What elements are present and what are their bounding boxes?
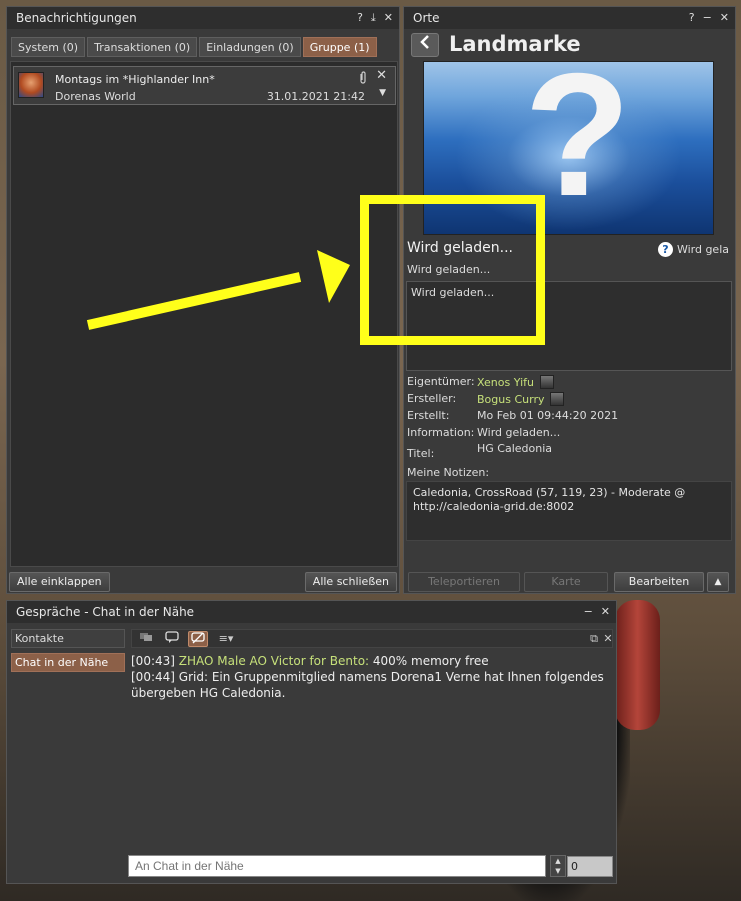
edit-button[interactable]: Bearbeiten bbox=[614, 572, 704, 592]
tab-invitations[interactable]: Einladungen (0) bbox=[199, 37, 301, 57]
title-label: Titel: bbox=[407, 447, 435, 460]
chevron-left-icon bbox=[420, 35, 429, 49]
tear-off-icon[interactable]: ⧉ bbox=[587, 631, 601, 647]
places-title: Orte bbox=[413, 11, 440, 25]
options-menu-icon[interactable]: ≡▾ bbox=[214, 631, 238, 647]
tab-system[interactable]: System (0) bbox=[11, 37, 86, 57]
maturity-label: Wird gela bbox=[676, 243, 729, 256]
places-title-bar[interactable]: Orte ? − ✕ bbox=[404, 7, 735, 29]
landmark-heading: Landmarke bbox=[449, 32, 581, 56]
notification-subject: Montags im *Highlander Inn* bbox=[55, 73, 215, 86]
chat-history: [00:43] ZHAO Male AO Victor for Bento: 4… bbox=[131, 653, 613, 853]
close-icon[interactable]: ✕ bbox=[720, 7, 729, 29]
notification-item[interactable]: Montags im *Highlander Inn* Dorenas Worl… bbox=[13, 66, 396, 105]
highlight-box bbox=[360, 195, 545, 345]
arrow-annotation bbox=[86, 250, 350, 330]
creator-label: Ersteller: bbox=[407, 392, 457, 405]
information-value: Wird geladen... bbox=[477, 426, 561, 439]
notes-textbox[interactable]: Caledonia, CrossRoad (57, 119, 23) - Mod… bbox=[406, 481, 732, 541]
close-icon[interactable]: ✕ bbox=[602, 631, 614, 647]
conversations-panel: Gespräche - Chat in der Nähe − ✕ Kontakt… bbox=[6, 600, 617, 884]
message-sender[interactable]: ZHAO Male AO Victor for Bento: bbox=[179, 654, 369, 668]
message-time: [00:44] bbox=[131, 670, 175, 684]
notes-label: Meine Notizen: bbox=[407, 466, 490, 479]
close-all-button[interactable]: Alle schließen bbox=[304, 572, 397, 592]
owner-label: Eigentümer: bbox=[407, 375, 475, 388]
owner-avatar bbox=[539, 375, 554, 389]
conversations-title: Gespräche - Chat in der Nähe bbox=[16, 605, 195, 619]
close-icon[interactable]: ✕ bbox=[601, 601, 610, 623]
owner-value[interactable]: Xenos Yifu bbox=[477, 375, 554, 389]
creator-value[interactable]: Bogus Curry bbox=[477, 392, 565, 406]
notification-tabs: System (0) Transaktionen (0) Einladungen… bbox=[11, 37, 377, 57]
nearby-chat-tab[interactable]: Chat in der Nähe bbox=[11, 653, 125, 672]
chevron-down-icon[interactable]: ▼ bbox=[379, 88, 386, 98]
creator-name[interactable]: Bogus Curry bbox=[477, 393, 544, 406]
information-label: Information: bbox=[407, 426, 475, 439]
created-label: Erstellt: bbox=[407, 409, 450, 422]
channel-field[interactable]: 0 bbox=[567, 856, 613, 877]
dock-icon[interactable]: ⤓ bbox=[371, 7, 376, 29]
creator-avatar bbox=[550, 392, 565, 406]
attachment-icon bbox=[358, 71, 368, 89]
more-options-button[interactable]: ▲ bbox=[707, 572, 729, 592]
close-icon[interactable]: ✕ bbox=[384, 7, 393, 29]
close-icon[interactable]: ✕ bbox=[376, 68, 387, 83]
group-avatar bbox=[18, 72, 44, 98]
channel-stepper[interactable]: ▲ ▼ bbox=[550, 855, 566, 877]
message-text: 400% memory free bbox=[372, 654, 489, 668]
message-text: Grid: Ein Gruppenmitglied namens Dorena1… bbox=[131, 670, 604, 700]
tab-transactions[interactable]: Transaktionen (0) bbox=[87, 37, 198, 57]
chat-message: [00:43] ZHAO Male AO Victor for Bento: 4… bbox=[131, 653, 613, 669]
notifications-title-bar[interactable]: Benachrichtigungen ? ⤓ ✕ bbox=[7, 7, 399, 29]
people-icon[interactable] bbox=[136, 631, 156, 647]
notifications-title: Benachrichtigungen bbox=[16, 11, 137, 25]
chat-bubble-icon[interactable] bbox=[162, 631, 182, 647]
chat-message: [00:44] Grid: Ein Gruppenmitglied namens… bbox=[131, 669, 613, 701]
collapse-all-button[interactable]: Alle einklappen bbox=[9, 572, 110, 592]
map-button[interactable]: Karte bbox=[524, 572, 608, 592]
message-time: [00:43] bbox=[131, 654, 175, 668]
back-button[interactable] bbox=[411, 33, 439, 57]
contacts-button[interactable]: Kontakte bbox=[11, 629, 125, 648]
maturity-rating: ? Wird gela bbox=[657, 242, 729, 257]
chat-toolbar: ≡▾ ⧉ ✕ bbox=[131, 629, 613, 648]
tab-group[interactable]: Gruppe (1) bbox=[302, 37, 377, 57]
minimize-icon[interactable]: − bbox=[584, 601, 593, 623]
notification-sender: Dorenas World bbox=[55, 90, 136, 103]
chat-history-toggle-icon[interactable] bbox=[188, 631, 208, 647]
teleport-button[interactable]: Teleportieren bbox=[408, 572, 520, 592]
conversations-title-bar[interactable]: Gespräche - Chat in der Nähe − ✕ bbox=[7, 601, 616, 623]
owner-name[interactable]: Xenos Yifu bbox=[477, 376, 534, 389]
created-value: Mo Feb 01 09:44:20 2021 bbox=[477, 409, 619, 422]
minimize-icon[interactable]: − bbox=[703, 7, 712, 29]
title-value: HG Caledonia bbox=[477, 442, 553, 455]
help-icon[interactable]: ? bbox=[689, 7, 695, 29]
notification-date: 31.01.2021 21:42 bbox=[266, 90, 365, 103]
background-avatar-arm bbox=[615, 600, 660, 730]
help-circle-icon: ? bbox=[657, 242, 673, 257]
help-icon[interactable]: ? bbox=[357, 7, 363, 29]
chat-input[interactable] bbox=[128, 855, 546, 877]
